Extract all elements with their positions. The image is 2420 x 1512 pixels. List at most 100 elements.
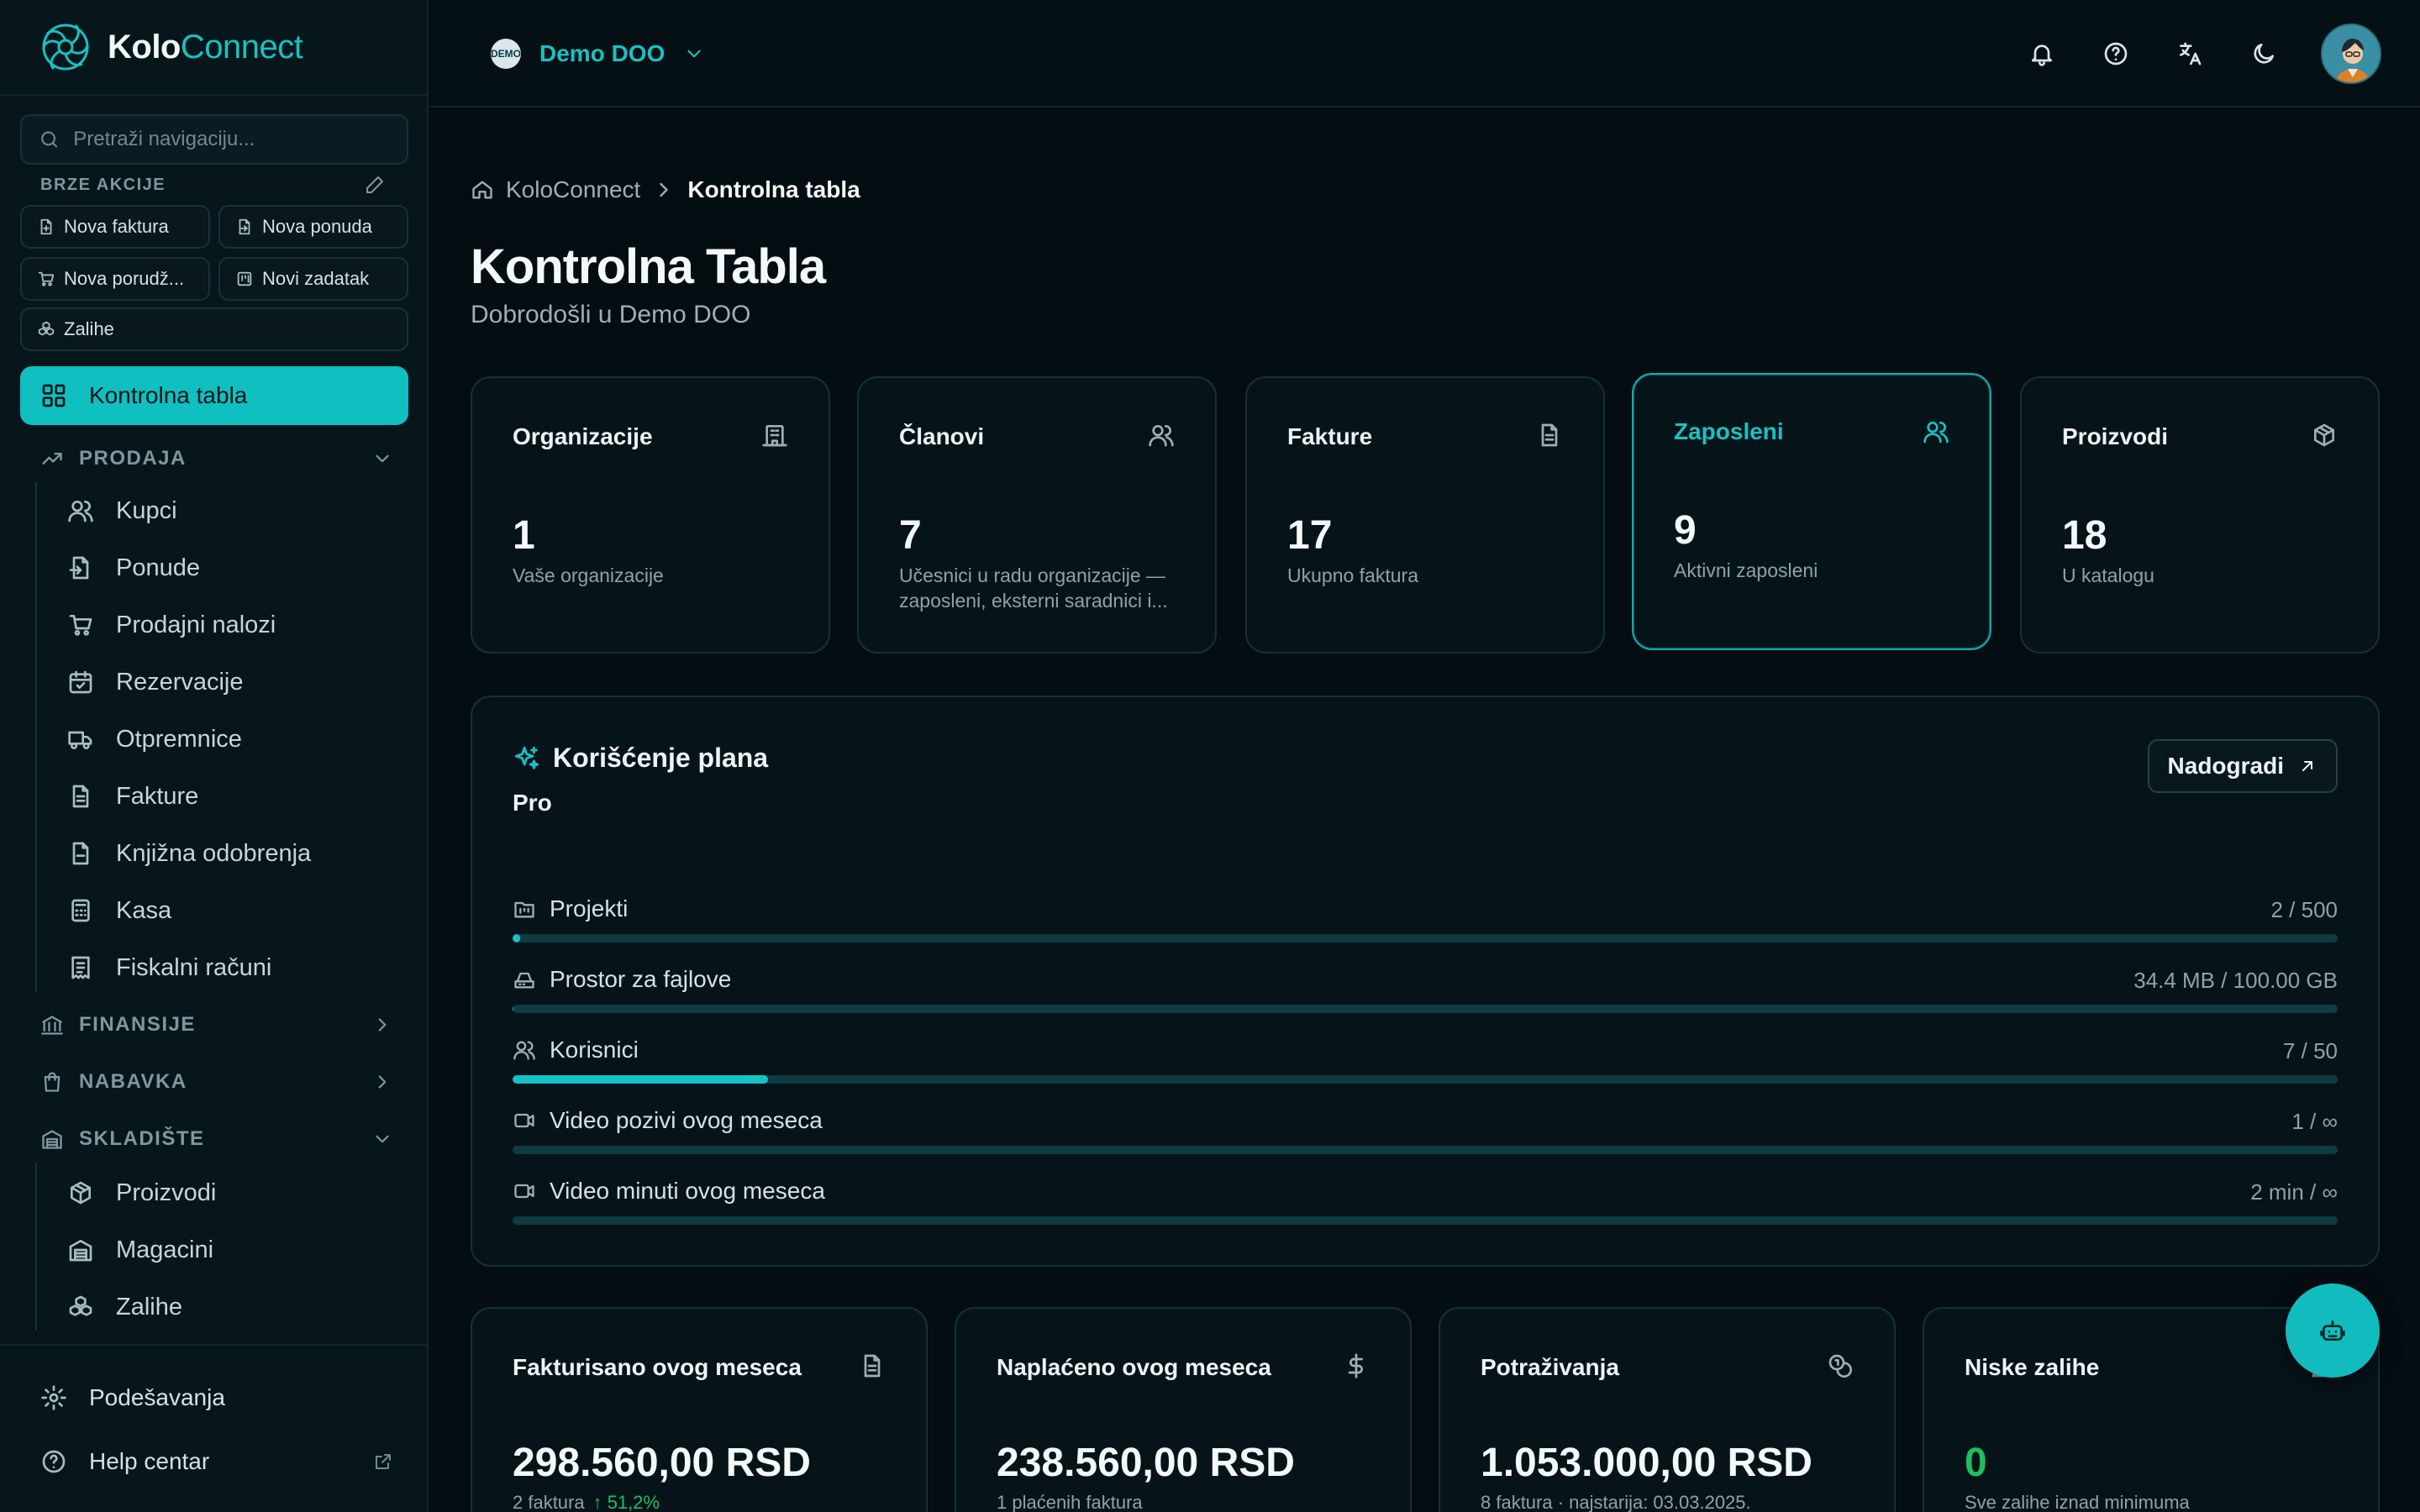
help-center-link[interactable]: Help centar — [40, 1440, 393, 1483]
chevron-down-icon — [376, 454, 389, 463]
sidebar-item-kasa[interactable]: Kasa — [67, 889, 403, 932]
divider — [0, 1344, 427, 1346]
moon-icon — [2254, 44, 2274, 64]
brand-logo[interactable]: KoloConnect — [40, 20, 303, 74]
usage-row-video-calls: Video pozivi ovog meseca 1 / ∞ — [513, 1107, 2338, 1158]
stat-card-proizvodi[interactable]: Proizvodi 18 U katalogu — [2020, 376, 2380, 654]
sidebar-item-fiskalni-racuni[interactable]: Fiskalni računi — [67, 946, 403, 990]
nav-section-finansije[interactable]: FINANSIJE — [40, 1008, 393, 1042]
kanban-icon — [237, 271, 252, 286]
chevron-right-icon — [660, 182, 669, 197]
divider — [0, 94, 427, 96]
org-name: Demo DOO — [539, 40, 666, 66]
file-import-icon — [239, 218, 250, 235]
chevron-down-icon — [687, 50, 701, 58]
finance-card-collected[interactable]: Naplaćeno ovog meseca 238.560,00 RSD 1 p… — [955, 1307, 1412, 1512]
quick-action-stock[interactable]: Zalihe — [20, 307, 408, 351]
breadcrumb-home[interactable]: KoloConnect — [506, 176, 640, 203]
usage-progress-track — [513, 1075, 2338, 1084]
nav-section-skladiste[interactable]: SKLADIŠTE — [40, 1122, 393, 1156]
sidebar-item-fakture[interactable]: Fakture — [67, 774, 403, 818]
users-icon — [1149, 424, 1174, 447]
sidebar-item-prodajni-nalozi[interactable]: Prodajni nalozi — [67, 603, 403, 647]
ai-assistant-button[interactable] — [2286, 1284, 2380, 1378]
file-icon — [72, 842, 89, 865]
finance-card-receivables[interactable]: Potraživanja 1.053.000,00 RSD 8 faktura … — [1439, 1307, 1896, 1512]
building-icon — [762, 424, 787, 447]
search-icon — [41, 131, 58, 148]
usage-progress-track — [513, 934, 2338, 942]
help-button[interactable] — [2099, 37, 2133, 71]
boxes-icon — [38, 321, 55, 336]
gear-icon — [41, 1385, 66, 1410]
avatar[interactable] — [2321, 24, 2381, 84]
quick-action-new-quote[interactable]: Nova ponuda — [218, 205, 408, 249]
org-logo: DEMO — [491, 39, 521, 69]
usage-row-storage: Prostor za fajlove 34.4 MB / 100.00 GB — [513, 966, 2338, 1016]
bot-icon — [2320, 1320, 2345, 1341]
brand-name: KoloConnect — [108, 28, 303, 66]
nav-section-nabavka[interactable]: NABAVKA — [40, 1065, 393, 1099]
bell-icon — [2032, 45, 2052, 66]
quick-action-new-invoice[interactable]: Nova faktura — [20, 205, 210, 249]
stat-card-fakture[interactable]: Fakture 17 Ukupno faktura — [1245, 376, 1605, 654]
video-icon — [514, 1184, 534, 1199]
page-subtitle: Dobrodošli u Demo DOO — [471, 301, 751, 328]
quick-action-new-order[interactable]: Nova porudž... — [20, 257, 210, 301]
stat-card-organizacije[interactable]: Organizacije 1 Vaše organizacije — [471, 376, 830, 654]
stat-card-zaposleni[interactable]: Zaposleni 9 Aktivni zaposleni — [1632, 373, 1991, 650]
quick-actions-header: BRZE AKCIJE — [40, 175, 385, 195]
upgrade-button[interactable]: Nadogradi — [2147, 739, 2338, 793]
finance-card-invoiced[interactable]: Fakturisano ovog meseca 298.560,00 RSD 2… — [471, 1307, 928, 1512]
nav-search-input[interactable] — [73, 128, 390, 151]
language-button[interactable] — [2173, 37, 2207, 71]
coins-icon — [1828, 1354, 1852, 1378]
file-text-icon — [72, 785, 89, 808]
theme-toggle-button[interactable] — [2247, 37, 2281, 71]
nav-section-prodaja[interactable]: PRODAJA — [40, 442, 393, 475]
sidebar-item-otpremnice[interactable]: Otpremnice — [67, 717, 403, 761]
sidebar-item-rezervacije[interactable]: Rezervacije — [67, 660, 403, 704]
sidebar-item-ponude[interactable]: Ponude — [67, 546, 403, 590]
sidebar: KoloConnect BRZE AKCIJE Nova faktura Nov… — [0, 0, 429, 1512]
settings-link[interactable]: Podešavanja — [40, 1376, 393, 1420]
quick-action-new-task[interactable]: Novi zadatak — [218, 257, 408, 301]
stat-card-clanovi[interactable]: Članovi 7 Učesnici u radu organizacije —… — [857, 376, 1217, 654]
arrow-up-right-icon — [2302, 761, 2312, 771]
users-icon — [513, 1041, 535, 1060]
video-icon — [514, 1113, 534, 1128]
users-icon — [68, 501, 93, 522]
topbar: DEMO Demo DOO — [430, 0, 2420, 108]
external-link-icon — [376, 1454, 391, 1469]
sparkles-icon — [514, 746, 539, 769]
plan-usage-header: Korišćenje plana — [513, 743, 768, 774]
sidebar-item-kupci[interactable]: Kupci — [67, 489, 403, 533]
calculator-icon — [71, 899, 90, 922]
usage-row-korisnici: Korisnici 7 / 50 — [513, 1037, 2338, 1087]
organization-switcher[interactable]: DEMO Demo DOO — [491, 34, 705, 74]
pencil-icon[interactable] — [365, 175, 385, 195]
sidebar-item-proizvodi[interactable]: Proizvodi — [67, 1171, 403, 1215]
sidebar-item-magacini[interactable]: Magacini — [67, 1228, 403, 1272]
nav-search[interactable] — [20, 114, 408, 165]
shopping-bag-icon — [44, 1072, 60, 1092]
breadcrumb: KoloConnect Kontrolna tabla — [471, 176, 860, 203]
sidebar-item-dashboard[interactable]: Kontrolna tabla — [20, 366, 408, 425]
usage-row-video-minutes: Video minuti ovog meseca 2 min / ∞ — [513, 1178, 2338, 1228]
nav-tree-line — [35, 1163, 37, 1331]
receipt-icon — [71, 956, 90, 979]
file-import-icon — [69, 556, 89, 580]
trend-up-badge: ↑ 51,2% — [592, 1492, 660, 1512]
notifications-button[interactable] — [2025, 37, 2059, 71]
help-circle-icon — [2104, 42, 2128, 66]
quick-actions-title: BRZE AKCIJE — [40, 175, 166, 194]
users-icon — [1923, 422, 1949, 444]
dollar-icon — [1348, 1353, 1363, 1378]
hard-drive-icon — [514, 972, 534, 989]
kolo-logo-icon — [42, 24, 89, 71]
package-icon — [2314, 423, 2334, 447]
sidebar-item-zalihe[interactable]: Zalihe — [67, 1285, 403, 1329]
plan-usage-title: Korišćenje plana — [553, 743, 769, 773]
home-icon — [472, 181, 492, 199]
sidebar-item-knjizna-odobrenja[interactable]: Knjižna odobrenja — [67, 832, 403, 875]
